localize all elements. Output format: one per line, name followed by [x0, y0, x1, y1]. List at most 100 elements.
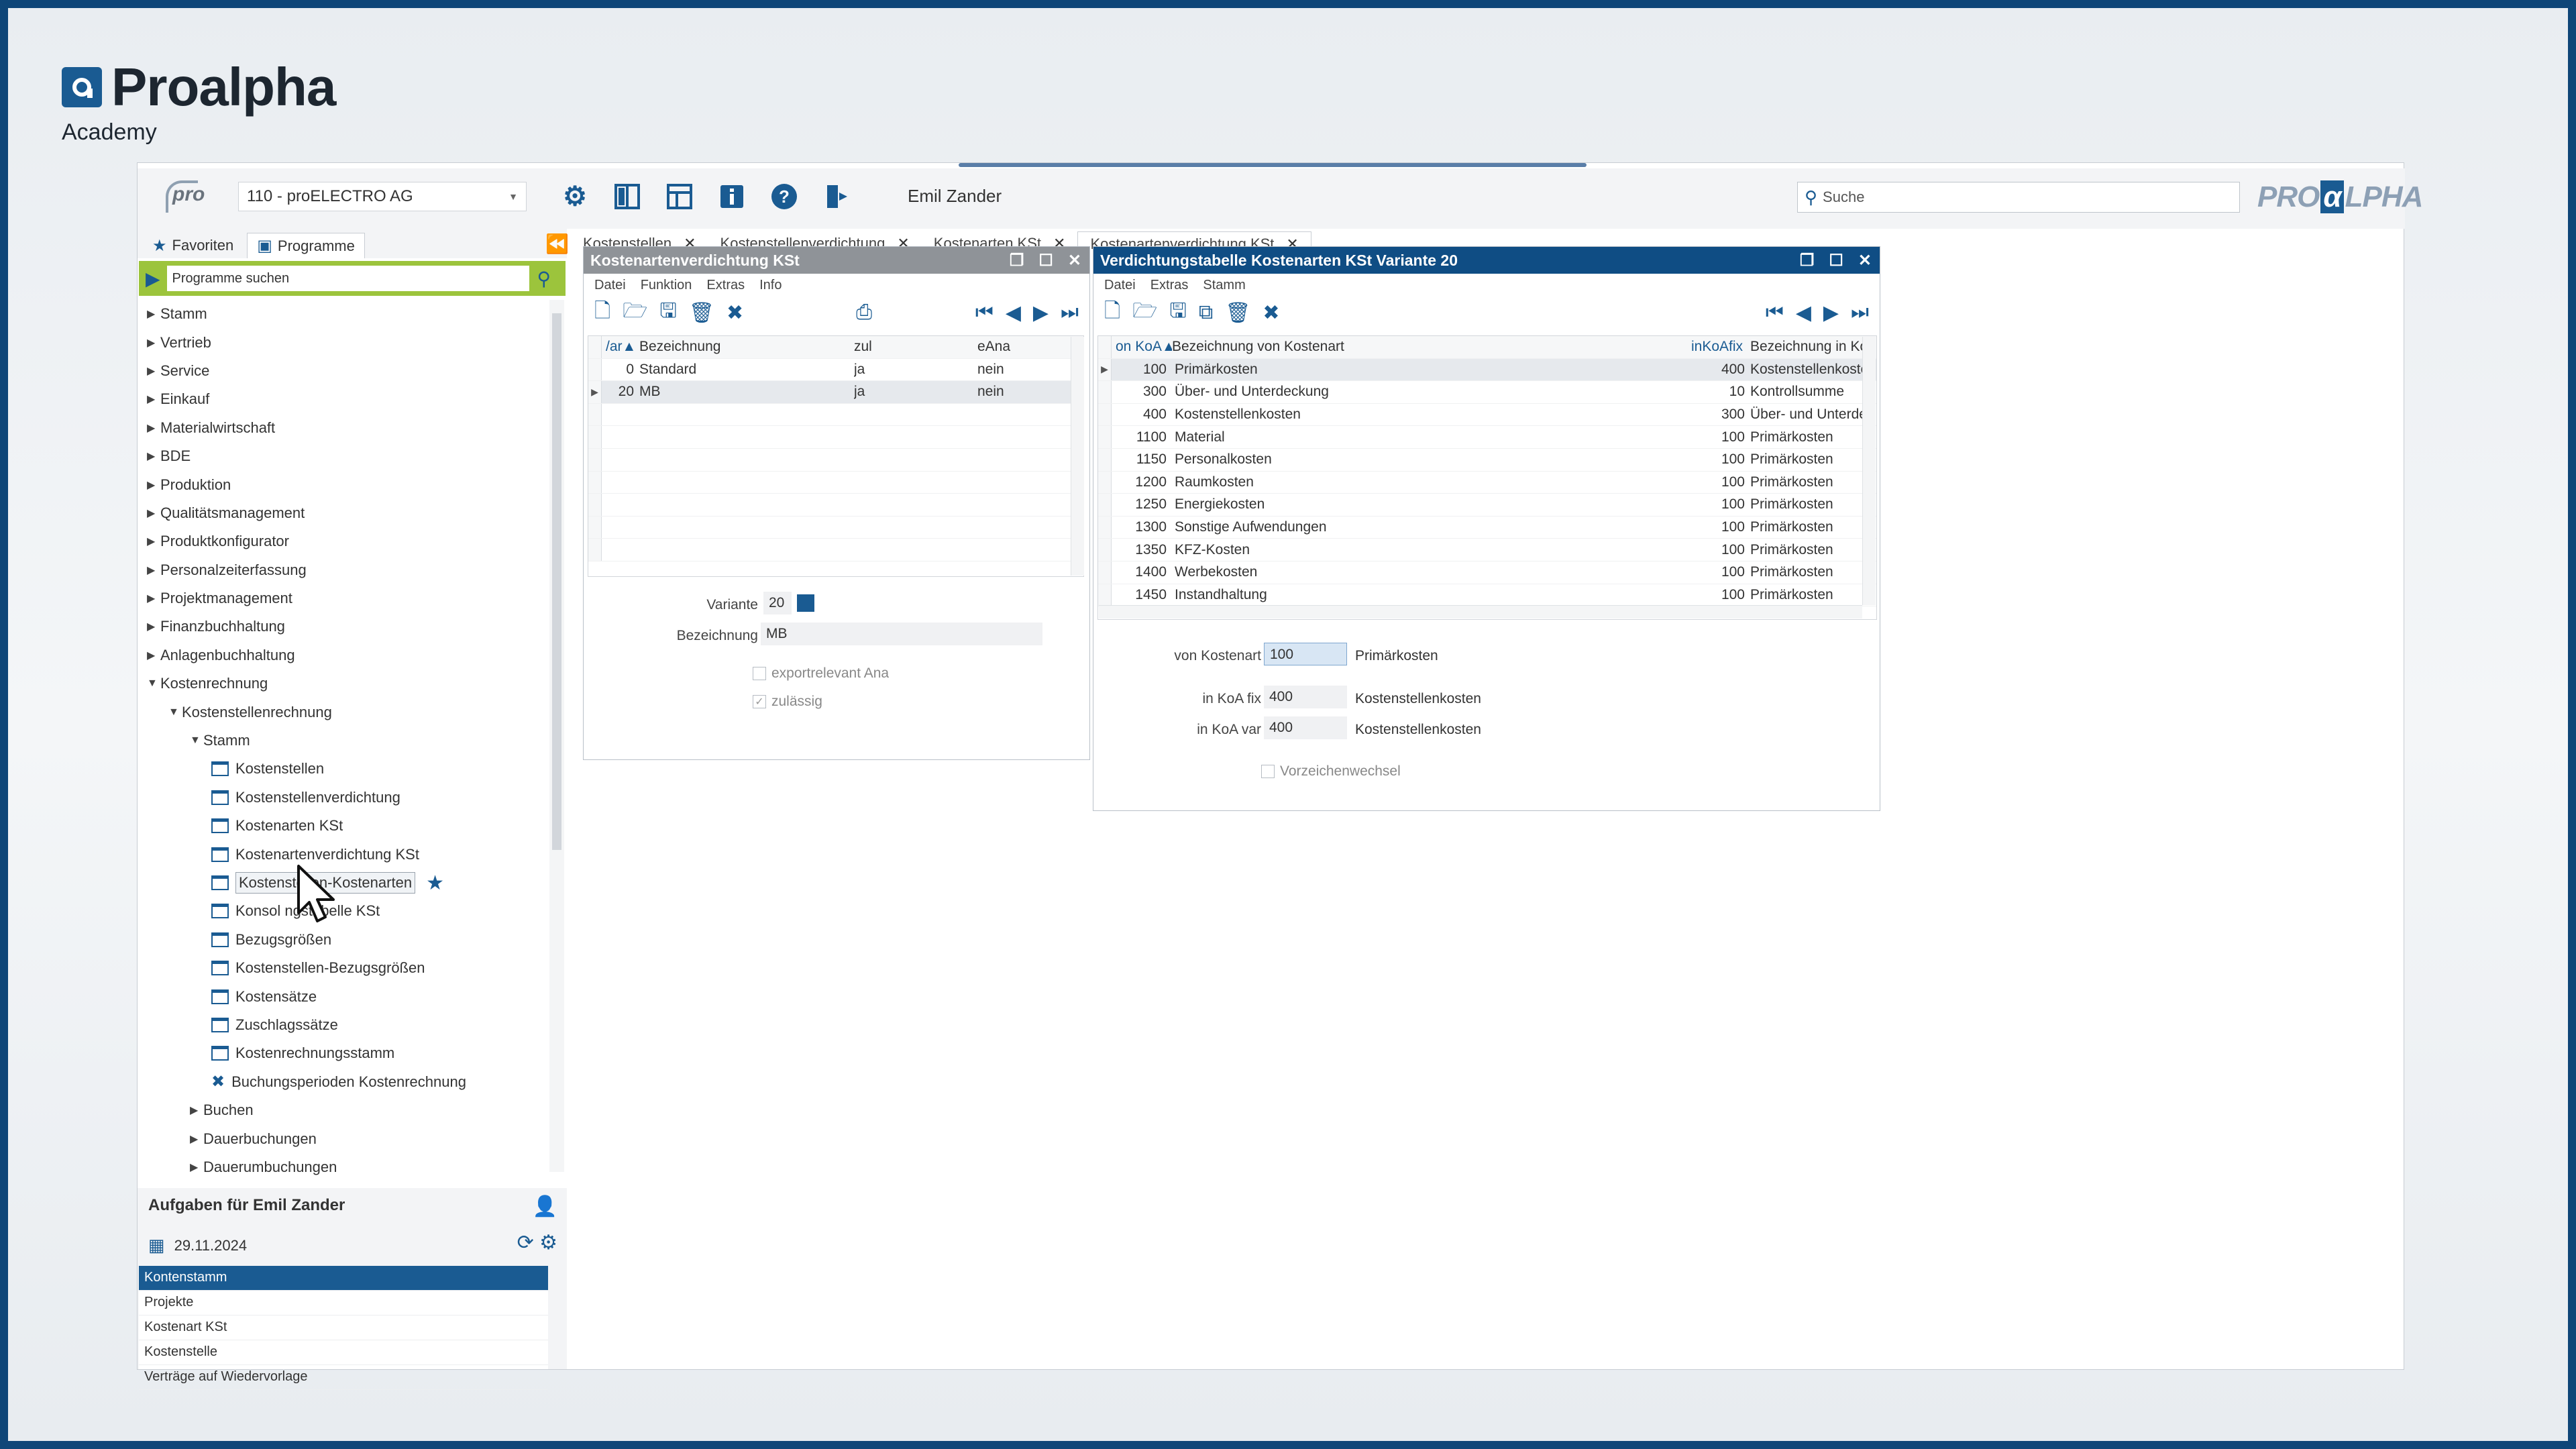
next-record-icon[interactable]: ▶ — [1823, 301, 1839, 325]
von-kostenart-field[interactable]: 100 — [1264, 643, 1347, 665]
tree-item[interactable]: ▶ Dauerbuchungen — [138, 1124, 553, 1152]
caret-right-icon[interactable]: ▶ — [147, 592, 160, 605]
column-header-bezeichnung-in[interactable]: Bezeichnung in Ko — [1750, 339, 1864, 355]
tree-item[interactable]: Konsol ngstabelle KSt — [138, 897, 553, 925]
caret-down-icon[interactable]: ▼ — [147, 678, 160, 690]
tree-item[interactable]: ▶ Personalzeiterfassung — [138, 556, 553, 584]
caret-right-icon[interactable]: ▶ — [147, 449, 160, 463]
table-row[interactable]: 1450 Instandhaltung 100 Primärkosten — [1098, 584, 1876, 607]
restore-icon[interactable]: ❐ — [1010, 251, 1024, 270]
caret-right-icon[interactable]: ▶ — [147, 535, 160, 548]
company-select[interactable]: 110 - proELECTRO AG ▼ — [238, 182, 527, 211]
user-icon[interactable]: 👤 — [533, 1195, 557, 1218]
grid-scrollbar[interactable] — [1071, 337, 1084, 576]
last-record-icon[interactable]: ⏭ — [1851, 301, 1869, 324]
column-header-bezeichnung[interactable]: Bezeichnung — [639, 339, 854, 355]
tree-item[interactable]: ▼ Stamm — [138, 727, 553, 755]
menu-item[interactable]: Datei — [594, 278, 626, 293]
column-header-in-koa-fix[interactable]: inKoAfix — [1691, 339, 1750, 355]
table-row[interactable]: 400 Kostenstellenkosten 300 Über- und Unter… — [1098, 403, 1876, 427]
empty-table-row[interactable] — [588, 516, 1083, 539]
restore-icon[interactable]: ❐ — [1800, 251, 1815, 270]
tree-item[interactable]: Kostenstellen-Kostenarten ★ — [138, 869, 553, 897]
tree-item[interactable]: ▶ Anlagenbuchhaltung — [138, 641, 553, 669]
caret-right-icon[interactable]: ▶ — [147, 392, 160, 406]
task-list-item[interactable]: Kontenstamm — [139, 1266, 548, 1291]
caret-right-icon[interactable]: ▶ — [147, 421, 160, 435]
caret-right-icon[interactable]: ▶ — [147, 307, 160, 321]
tree-item[interactable]: Kostenarten KSt — [138, 812, 553, 840]
table-row[interactable]: 1250 Energiekosten 100 Primärkosten — [1098, 494, 1876, 517]
tab-programme[interactable]: ▣ Programme — [247, 233, 365, 258]
table-row[interactable]: 1200 Raumkosten 100 Primärkosten — [1098, 471, 1876, 494]
grid-horizontal-scrollbar[interactable] — [1099, 605, 1862, 619]
last-record-icon[interactable]: ⏭ — [1061, 301, 1079, 324]
cancel-icon[interactable]: ✖ — [1263, 301, 1279, 325]
tree-item[interactable]: ▶ Dauerumbuchungen — [138, 1153, 553, 1181]
exit-icon[interactable] — [820, 180, 853, 213]
menu-item[interactable]: Extras — [706, 278, 745, 293]
exportrelevant-checkbox[interactable]: exportrelevant Ana — [753, 665, 889, 682]
table-row[interactable]: 1350 KFZ-Kosten 100 Primärkosten — [1098, 539, 1876, 561]
grid-scrollbar[interactable] — [1862, 337, 1876, 605]
print-icon[interactable]: ⎙ — [856, 301, 872, 324]
save-icon[interactable]: 🖫 — [659, 296, 677, 330]
play-icon[interactable]: ▶ — [146, 268, 160, 290]
caret-right-icon[interactable]: ▶ — [190, 1104, 203, 1117]
tree-item[interactable]: ▶ BDE — [138, 442, 553, 470]
tree-item[interactable]: ▼ Kostenrechnung — [138, 669, 553, 698]
in-koa-var-field[interactable]: 400 — [1264, 716, 1347, 739]
info-icon[interactable] — [716, 180, 748, 213]
task-list-item[interactable]: Kostenstelle — [139, 1340, 548, 1365]
bezeichnung-field[interactable]: MB — [761, 623, 1042, 645]
prev-record-icon[interactable]: ◀ — [1796, 301, 1811, 325]
tree-item[interactable]: ▼ Kostenstellenrechnung — [138, 698, 553, 726]
empty-table-row[interactable] — [588, 539, 1083, 561]
next-record-icon[interactable]: ▶ — [1033, 301, 1049, 325]
task-list-item[interactable]: Projekte — [139, 1291, 548, 1316]
table-row[interactable]: 1400 Werbekosten 100 Primärkosten — [1098, 561, 1876, 584]
lookup-icon[interactable] — [797, 594, 814, 612]
in-koa-fix-field[interactable]: 400 — [1264, 686, 1347, 708]
column-header-num[interactable]: /ar▲ — [602, 339, 639, 355]
search-icon[interactable]: ⚲ — [537, 268, 551, 290]
delete-icon[interactable]: 🗑 — [1225, 301, 1250, 325]
variante-field[interactable]: 20 — [763, 592, 792, 614]
tree-item[interactable]: ▶ Qualitätsmanagement — [138, 499, 553, 527]
maximize-icon[interactable]: ☐ — [1829, 251, 1843, 270]
first-record-icon[interactable]: ⏮ — [975, 301, 994, 324]
tree-item[interactable]: Kostenrechnungsstamm — [138, 1039, 553, 1067]
save-icon[interactable]: 🖫 — [1169, 296, 1187, 330]
new-icon[interactable]: 🗋 — [594, 296, 610, 330]
caret-right-icon[interactable]: ▶ — [147, 336, 160, 350]
close-icon[interactable]: ✕ — [1068, 251, 1081, 270]
tree-item[interactable]: Kostenartenverdichtung KSt — [138, 840, 553, 868]
empty-table-row[interactable] — [588, 426, 1083, 449]
tree-item[interactable]: ▶ Stamm — [138, 300, 553, 328]
table-row[interactable]: ▶ 20 MB ja nein — [588, 381, 1083, 404]
tree-item[interactable]: ▶ Buchen — [138, 1096, 553, 1124]
global-search-input[interactable]: ⚲ Suche — [1797, 182, 2240, 213]
table-row[interactable]: 1100 Material 100 Primärkosten — [1098, 426, 1876, 449]
tree-scrollbar[interactable] — [549, 300, 564, 1172]
cancel-icon[interactable]: ✖ — [727, 301, 743, 325]
caret-right-icon[interactable]: ▶ — [147, 506, 160, 520]
tree-item[interactable]: ▶ Service — [138, 357, 553, 385]
table-row[interactable]: 1150 Personalkosten 100 Primärkosten — [1098, 448, 1876, 472]
task-list-item[interactable]: Kostenart KSt — [139, 1316, 548, 1340]
help-icon[interactable]: ? — [768, 180, 800, 213]
menu-item[interactable]: Stamm — [1203, 278, 1245, 293]
empty-table-row[interactable] — [588, 448, 1083, 472]
empty-table-row[interactable] — [588, 494, 1083, 517]
caret-down-icon[interactable]: ▼ — [190, 735, 203, 747]
refresh-icon[interactable]: ⟳ — [517, 1232, 534, 1254]
new-icon[interactable]: 🗋 — [1104, 296, 1120, 330]
menu-item[interactable]: Info — [759, 278, 782, 293]
caret-right-icon[interactable]: ▶ — [147, 478, 160, 492]
tree-item[interactable]: ▶ Produktion — [138, 470, 553, 498]
delete-icon[interactable]: 🗑 — [689, 301, 714, 325]
empty-table-row[interactable] — [588, 471, 1083, 494]
tree-item[interactable]: ▶ Produktkonfigurator — [138, 527, 553, 555]
first-record-icon[interactable]: ⏮ — [1766, 301, 1784, 324]
copy-icon[interactable]: ⧉ — [1199, 301, 1213, 324]
